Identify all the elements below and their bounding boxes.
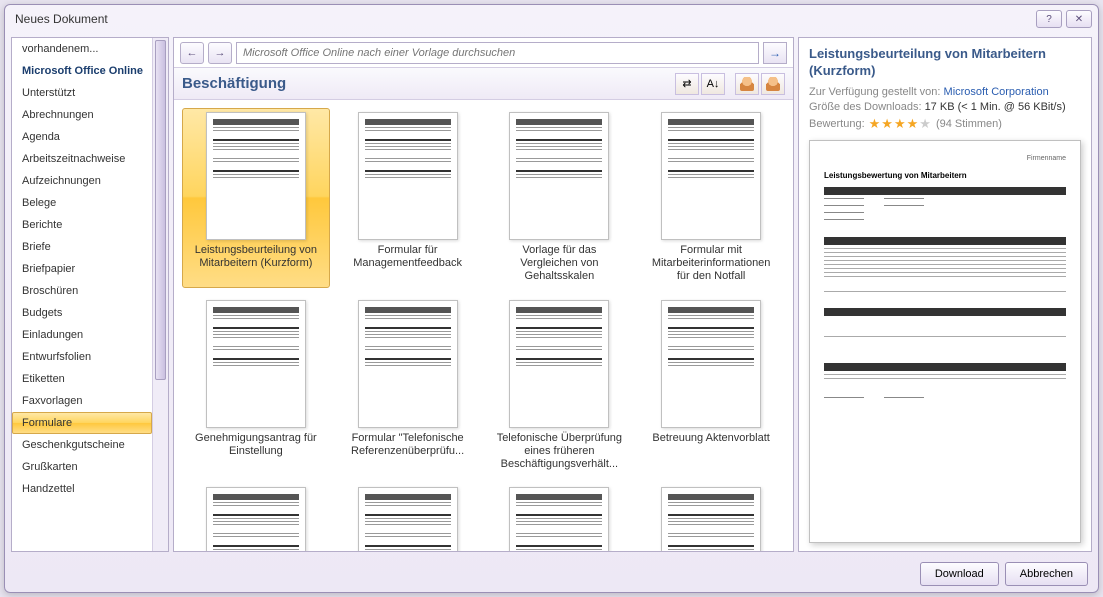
dialog-footer: Download Abbrechen <box>5 556 1098 592</box>
template-label: Formular mit Mitarbeiterinformationen fü… <box>646 244 776 284</box>
forward-button[interactable]: → <box>208 42 232 64</box>
template-item[interactable]: Genehmigungsantrag für Einstellung <box>182 296 330 476</box>
template-item[interactable]: Leistungsbeurteilung von Mitarbeitern (K… <box>182 108 330 288</box>
template-label: Telefonische Überprüfung eines früheren … <box>494 432 624 472</box>
sidebar-item[interactable]: Arbeitszeitnachweise <box>12 148 152 170</box>
cancel-button[interactable]: Abbrechen <box>1005 562 1088 586</box>
preview-document: Firmenname Leistungsbewertung von Mitarb… <box>809 140 1081 543</box>
sidebar-item[interactable]: Faxvorlagen <box>12 390 152 412</box>
template-label: Vorlage für das Vergleichen von Gehaltss… <box>494 244 624 284</box>
close-button[interactable]: ✕ <box>1066 10 1092 28</box>
content-area: vorhandenem...Microsoft Office OnlineUnt… <box>5 33 1098 556</box>
template-thumbnail <box>509 112 609 240</box>
template-thumbnail <box>206 487 306 551</box>
template-thumbnail <box>661 112 761 240</box>
template-thumbnail <box>661 300 761 428</box>
template-thumbnail <box>358 300 458 428</box>
sidebar-item[interactable]: Entwurfsfolien <box>12 346 152 368</box>
size-row: Größe des Downloads: 17 KB (< 1 Min. @ 5… <box>809 101 1081 113</box>
template-label: Leistungsbeurteilung von Mitarbeitern (K… <box>191 244 321 270</box>
template-thumbnail <box>661 487 761 551</box>
provider-link[interactable]: Microsoft Corporation <box>944 86 1049 98</box>
template-item[interactable]: Formular mit Mitarbeiterinformationen fü… <box>637 108 785 288</box>
sidebar-item[interactable]: vorhandenem... <box>12 38 152 60</box>
center-panel: ← → → Beschäftigung ⇄ A↓ Leistungsbeurte… <box>173 37 794 552</box>
template-thumbnail <box>206 112 306 240</box>
template-label: Formular "Telefonische Referenzenüberprü… <box>343 432 473 458</box>
template-thumbnail <box>509 487 609 551</box>
template-label: Genehmigungsantrag für Einstellung <box>191 432 321 458</box>
template-item[interactable]: Vorlage für das Vergleichen von Gehaltss… <box>486 108 634 288</box>
template-thumbnail <box>358 487 458 551</box>
user-button[interactable] <box>735 73 759 95</box>
template-item[interactable] <box>334 483 482 551</box>
template-gallery[interactable]: Leistungsbeurteilung von Mitarbeitern (K… <box>174 100 793 551</box>
provider-row: Zur Verfügung gestellt von: Microsoft Co… <box>809 86 1081 98</box>
window-controls: ? ✕ <box>1036 10 1092 28</box>
search-go-button[interactable]: → <box>763 42 787 64</box>
template-thumbnail <box>206 300 306 428</box>
rating-row: Bewertung: ★★★★★ (94 Stimmen) <box>809 116 1081 132</box>
download-button[interactable]: Download <box>920 562 999 586</box>
sidebar-item[interactable]: Aufzeichnungen <box>12 170 152 192</box>
sidebar-item[interactable]: Budgets <box>12 302 152 324</box>
view-arrows-button[interactable]: ⇄ <box>675 73 699 95</box>
template-item[interactable]: Formular für Managementfeedback <box>334 108 482 288</box>
preview-title: Leistungsbeurteilung von Mitarbeitern (K… <box>809 46 1081 80</box>
sidebar-item[interactable]: Unterstützt <box>12 82 152 104</box>
sidebar-item[interactable]: Berichte <box>12 214 152 236</box>
sidebar-item[interactable]: Briefpapier <box>12 258 152 280</box>
window-title: Neues Dokument <box>15 12 1036 26</box>
template-thumbnail <box>358 112 458 240</box>
sidebar-item[interactable]: Formulare <box>12 412 152 434</box>
sidebar-item[interactable]: Microsoft Office Online <box>12 60 152 82</box>
template-item[interactable] <box>637 483 785 551</box>
help-button[interactable]: ? <box>1036 10 1062 28</box>
person-gear-icon <box>766 77 780 91</box>
search-input[interactable] <box>236 42 759 64</box>
sidebar-item[interactable]: Briefe <box>12 236 152 258</box>
sidebar-item[interactable]: Etiketten <box>12 368 152 390</box>
searchbar: ← → → <box>174 38 793 68</box>
dialog-window: Neues Dokument ? ✕ vorhandenem...Microso… <box>4 4 1099 593</box>
template-item[interactable]: Telefonische Überprüfung eines früheren … <box>486 296 634 476</box>
category-header: Beschäftigung ⇄ A↓ <box>174 68 793 100</box>
sort-button[interactable]: A↓ <box>701 73 725 95</box>
sidebar-item[interactable]: Handzettel <box>12 478 152 500</box>
sidebar-item[interactable]: Agenda <box>12 126 152 148</box>
view-buttons: ⇄ A↓ <box>675 73 785 95</box>
sidebar-item[interactable]: Belege <box>12 192 152 214</box>
scrollbar-thumb[interactable] <box>155 40 166 380</box>
template-item[interactable]: Formular "Telefonische Referenzenüberprü… <box>334 296 482 476</box>
template-label: Betreuung Aktenvorblatt <box>652 432 769 445</box>
sidebar-item[interactable]: Geschenkgutscheine <box>12 434 152 456</box>
sidebar-item[interactable]: Grußkarten <box>12 456 152 478</box>
person-icon <box>740 77 754 91</box>
template-label: Formular für Managementfeedback <box>343 244 473 270</box>
sidebar: vorhandenem...Microsoft Office OnlineUnt… <box>11 37 169 552</box>
sidebar-scrollbar[interactable] <box>152 38 168 551</box>
sidebar-item[interactable]: Einladungen <box>12 324 152 346</box>
template-thumbnail <box>509 300 609 428</box>
rating-stars: ★★★★★ <box>869 116 932 132</box>
preview-panel: Leistungsbeurteilung von Mitarbeitern (K… <box>798 37 1092 552</box>
sidebar-list[interactable]: vorhandenem...Microsoft Office OnlineUnt… <box>12 38 152 551</box>
user-settings-button[interactable] <box>761 73 785 95</box>
sidebar-item[interactable]: Broschüren <box>12 280 152 302</box>
back-button[interactable]: ← <box>180 42 204 64</box>
template-item[interactable] <box>486 483 634 551</box>
category-title: Beschäftigung <box>182 75 675 92</box>
titlebar: Neues Dokument ? ✕ <box>5 5 1098 33</box>
template-item[interactable]: Betreuung Aktenvorblatt <box>637 296 785 476</box>
template-item[interactable] <box>182 483 330 551</box>
sidebar-item[interactable]: Abrechnungen <box>12 104 152 126</box>
